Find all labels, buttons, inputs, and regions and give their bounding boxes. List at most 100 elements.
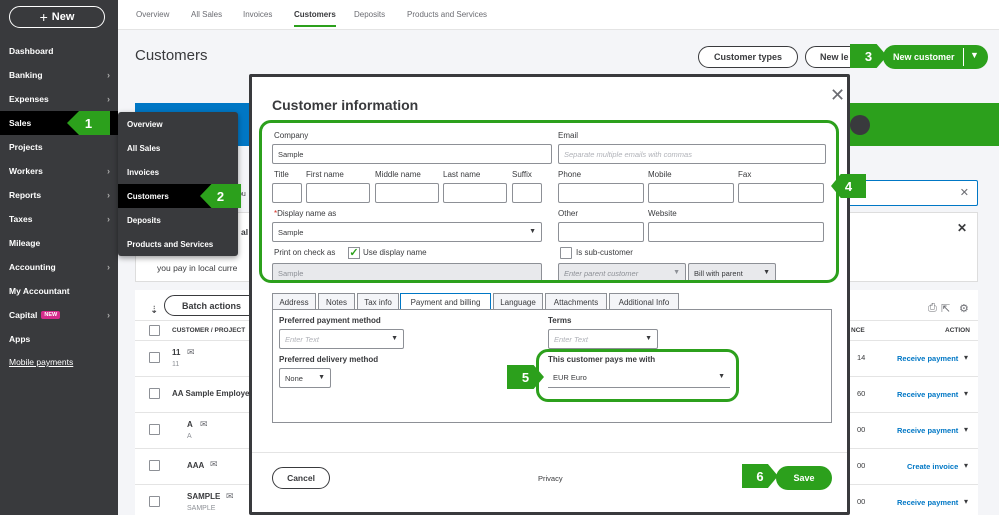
flyout-overview[interactable]: Overview — [118, 112, 238, 136]
sidebar-item-capital[interactable]: Capital NEW › — [0, 303, 118, 327]
gear-icon[interactable]: ⚙ — [959, 302, 969, 315]
sidebar-item-taxes[interactable]: Taxes › — [0, 207, 118, 231]
tab-additional-info[interactable]: Additional Info — [609, 293, 679, 310]
row-checkbox[interactable] — [149, 460, 160, 471]
customer-sub: A — [187, 433, 192, 440]
receive-payment-link[interactable]: Receive payment — [897, 390, 958, 399]
close-icon[interactable]: ✕ — [830, 85, 845, 106]
sidebar-item-label: Banking — [9, 70, 43, 80]
tab-deposits[interactable]: Deposits — [354, 10, 385, 19]
row-checkbox[interactable] — [149, 352, 160, 363]
sidebar-item-apps[interactable]: Apps — [0, 327, 118, 351]
export-icon[interactable]: ⇱ — [941, 302, 950, 315]
receive-payment-link[interactable]: Receive payment — [897, 354, 958, 363]
sidebar-item-reports[interactable]: Reports › — [0, 183, 118, 207]
status-banner — [830, 103, 999, 146]
preferred-payment-select[interactable]: Enter Text ▼ — [279, 329, 404, 349]
preferred-delivery-value: None — [285, 373, 303, 383]
customer-name[interactable]: 11 — [172, 348, 180, 357]
sidebar-item-label: Dashboard — [9, 46, 54, 56]
chevron-down-icon[interactable]: ▾ — [964, 389, 968, 398]
terms-placeholder: Enter Text — [554, 334, 588, 344]
preferred-delivery-select[interactable]: None ▼ — [279, 368, 331, 388]
sidebar-item-mileage[interactable]: Mileage — [0, 231, 118, 255]
tab-payment-billing[interactable]: Payment and billing — [400, 293, 491, 310]
new-button-label: New — [51, 11, 75, 23]
sidebar-item-label: Sales — [9, 118, 32, 128]
sidebar-item-label: Expenses — [9, 94, 49, 104]
balance: 14 — [857, 353, 866, 362]
sort-icon[interactable]: ⇣ — [150, 305, 158, 316]
sidebar-item-label: Mobile payments — [9, 357, 74, 367]
customer-sub: 11 — [172, 361, 180, 368]
create-invoice-link[interactable]: Create invoice — [907, 462, 958, 471]
info-fragment: al — [241, 227, 249, 237]
mail-icon[interactable]: ✉ — [187, 347, 195, 358]
sidebar-item-dashboard[interactable]: Dashboard — [0, 39, 118, 63]
customer-sub: SAMPLE — [187, 505, 216, 512]
mail-icon[interactable]: ✉ — [210, 459, 218, 470]
preferred-delivery-label: Preferred delivery method — [279, 355, 379, 364]
flyout-invoices[interactable]: Invoices — [118, 160, 238, 184]
highlight-new-customer — [883, 39, 988, 71]
top-navigation: Overview All Sales Invoices Customers De… — [118, 0, 999, 30]
tab-invoices[interactable]: Invoices — [243, 10, 272, 19]
close-icon[interactable]: ✕ — [957, 221, 967, 235]
tab-products-services[interactable]: Products and Services — [407, 10, 487, 19]
clear-icon[interactable]: ✕ — [960, 186, 969, 199]
tab-attachments[interactable]: Attachments — [545, 293, 607, 310]
chevron-down-icon[interactable]: ▾ — [964, 353, 968, 362]
sidebar-item-workers[interactable]: Workers › — [0, 159, 118, 183]
select-all-checkbox[interactable] — [149, 325, 160, 336]
info-card-right: ✕ — [830, 212, 978, 282]
sidebar-item-my-accountant[interactable]: My Accountant — [0, 279, 118, 303]
sidebar-item-label: Capital — [9, 310, 38, 320]
sidebar-item-accounting[interactable]: Accounting › — [0, 255, 118, 279]
sidebar-item-label: Projects — [9, 142, 43, 152]
flyout-deposits[interactable]: Deposits — [118, 208, 238, 232]
chevron-down-icon[interactable]: ▾ — [964, 461, 968, 470]
flyout-products-services[interactable]: Products and Services — [118, 232, 238, 256]
sidebar-item-banking[interactable]: Banking › — [0, 63, 118, 87]
col-balance-header[interactable]: NCE — [851, 327, 865, 334]
chevron-right-icon: › — [107, 310, 110, 320]
mail-icon[interactable]: ✉ — [226, 491, 234, 502]
mail-icon[interactable]: ✉ — [200, 419, 208, 430]
sidebar-item-label: My Accountant — [9, 286, 70, 296]
sidebar-item-mobile-payments[interactable]: Mobile payments — [0, 350, 118, 374]
tab-address[interactable]: Address — [272, 293, 316, 310]
sidebar-item-label: Workers — [9, 166, 43, 176]
row-checkbox[interactable] — [149, 424, 160, 435]
batch-actions-button[interactable]: Batch actions — [164, 295, 259, 316]
flyout-all-sales[interactable]: All Sales — [118, 136, 238, 160]
receive-payment-link[interactable]: Receive payment — [897, 426, 958, 435]
customer-name[interactable]: A — [187, 420, 193, 429]
new-button[interactable]: + New — [9, 6, 105, 28]
tab-all-sales[interactable]: All Sales — [191, 10, 222, 19]
chevron-right-icon: › — [107, 94, 110, 104]
customer-name[interactable]: AA Sample Employe — [172, 389, 250, 398]
tab-overview[interactable]: Overview — [136, 10, 169, 19]
terms-select[interactable]: Enter Text ▼ — [548, 329, 658, 349]
receive-payment-link[interactable]: Receive payment — [897, 498, 958, 507]
sidebar-item-label: Taxes — [9, 214, 33, 224]
sidebar-item-expenses[interactable]: Expenses › — [0, 87, 118, 111]
chevron-down-icon[interactable]: ▾ — [964, 497, 968, 506]
tab-notes[interactable]: Notes — [318, 293, 355, 310]
customer-types-button[interactable]: Customer types — [698, 46, 798, 68]
cancel-button[interactable]: Cancel — [272, 467, 330, 489]
preferred-payment-placeholder: Enter Text — [285, 334, 319, 344]
row-checkbox[interactable] — [149, 496, 160, 507]
tab-language[interactable]: Language — [493, 293, 543, 310]
tab-tax-info[interactable]: Tax info — [357, 293, 399, 310]
tab-customers[interactable]: Customers — [294, 10, 336, 27]
sidebar-item-projects[interactable]: Projects — [0, 135, 118, 159]
col-customer-header[interactable]: CUSTOMER / PROJECT — [172, 327, 245, 334]
chevron-right-icon: › — [107, 166, 110, 176]
privacy-link[interactable]: Privacy — [538, 474, 563, 483]
print-icon[interactable]: ⎙ — [928, 302, 937, 315]
customer-name[interactable]: AAA — [187, 461, 204, 470]
row-checkbox[interactable] — [149, 388, 160, 399]
customer-name[interactable]: SAMPLE — [187, 492, 220, 501]
chevron-down-icon[interactable]: ▾ — [964, 425, 968, 434]
